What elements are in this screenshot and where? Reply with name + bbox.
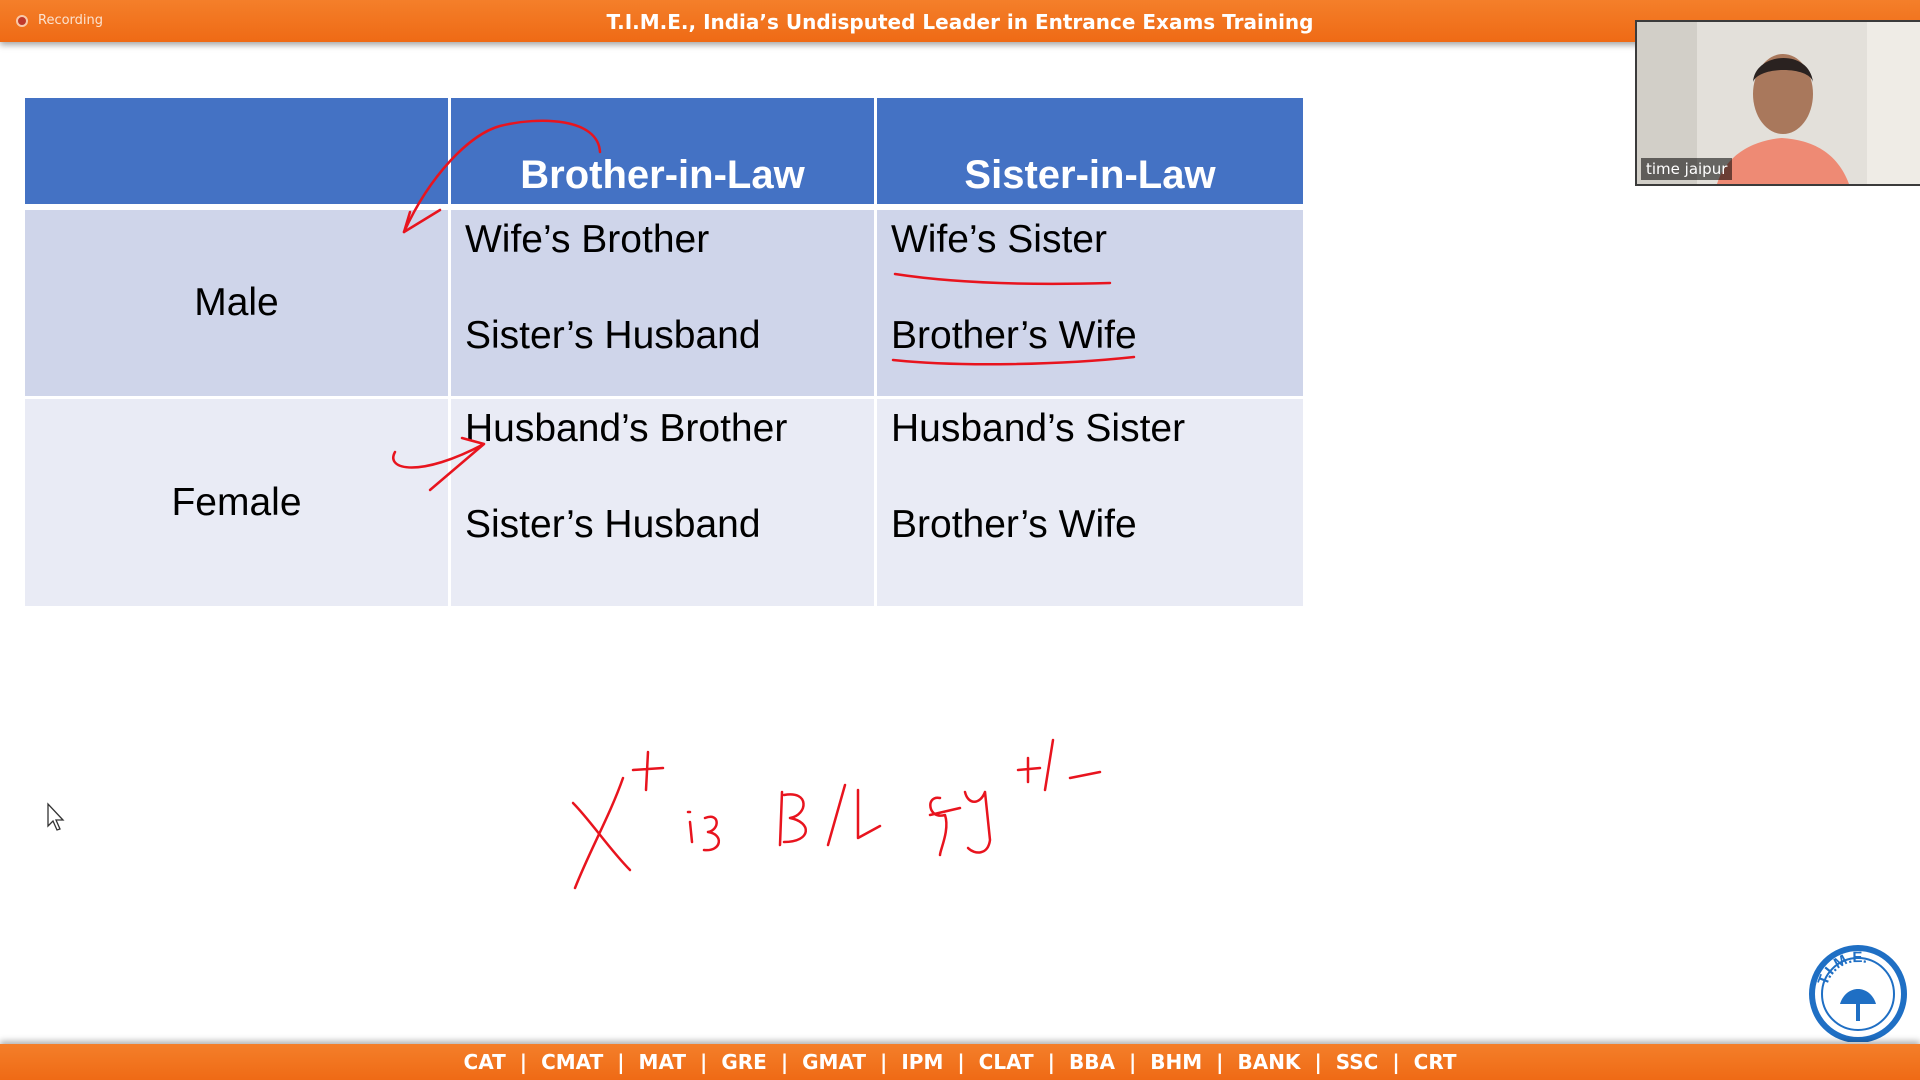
handwriting-y	[963, 790, 992, 854]
underline-brothers-wife	[891, 355, 1136, 366]
separator: |	[1392, 1050, 1400, 1074]
handwriting-slash	[826, 783, 847, 847]
webcam-video-tile[interactable]: time jaipur	[1635, 20, 1920, 186]
handwriting-of	[928, 796, 962, 857]
separator: |	[957, 1050, 965, 1074]
handwriting-plus-2	[1016, 756, 1042, 784]
handwriting-b	[778, 790, 808, 847]
exam-label: CAT	[463, 1050, 506, 1074]
exam-label: IPM	[901, 1050, 944, 1074]
participant-name: time jaipur	[1641, 158, 1733, 180]
handwriting-dash	[1068, 770, 1102, 780]
annotation-female-arrow	[392, 436, 486, 492]
exam-label: BANK	[1237, 1050, 1301, 1074]
exam-label: GMAT	[802, 1050, 867, 1074]
separator: |	[519, 1050, 528, 1074]
exam-label: CRT	[1413, 1050, 1457, 1074]
separator: |	[617, 1050, 625, 1074]
separator: |	[880, 1050, 888, 1074]
handwriting-slash-2	[1043, 738, 1055, 792]
pen-annotations	[392, 119, 1136, 890]
separator: |	[780, 1050, 789, 1074]
handwriting-l	[856, 788, 882, 840]
exam-label: BBA	[1068, 1050, 1115, 1074]
exam-label: CLAT	[978, 1050, 1034, 1074]
exam-label: GRE	[721, 1050, 767, 1074]
time-logo: T.I.M.E.	[1809, 945, 1907, 1042]
separator: |	[700, 1050, 708, 1074]
underline-wifes-sister	[893, 272, 1112, 286]
exam-list-bar: CAT | CMAT | MAT | GRE | GMAT | IPM | CLAT | BBA | BHM | B…	[0, 1044, 1920, 1080]
handwriting-plus	[631, 750, 665, 792]
exam-label: CMAT	[541, 1050, 604, 1074]
separator: |	[1314, 1050, 1322, 1074]
separator: |	[1128, 1050, 1137, 1074]
separator: |	[1047, 1050, 1055, 1074]
exam-label: SSC	[1335, 1050, 1379, 1074]
exam-label: MAT	[638, 1050, 687, 1074]
handwriting-is	[686, 810, 720, 852]
handwriting-x	[571, 776, 632, 890]
exam-label: BHM	[1150, 1050, 1203, 1074]
mouse-cursor-icon	[47, 802, 65, 831]
separator: |	[1216, 1050, 1224, 1074]
